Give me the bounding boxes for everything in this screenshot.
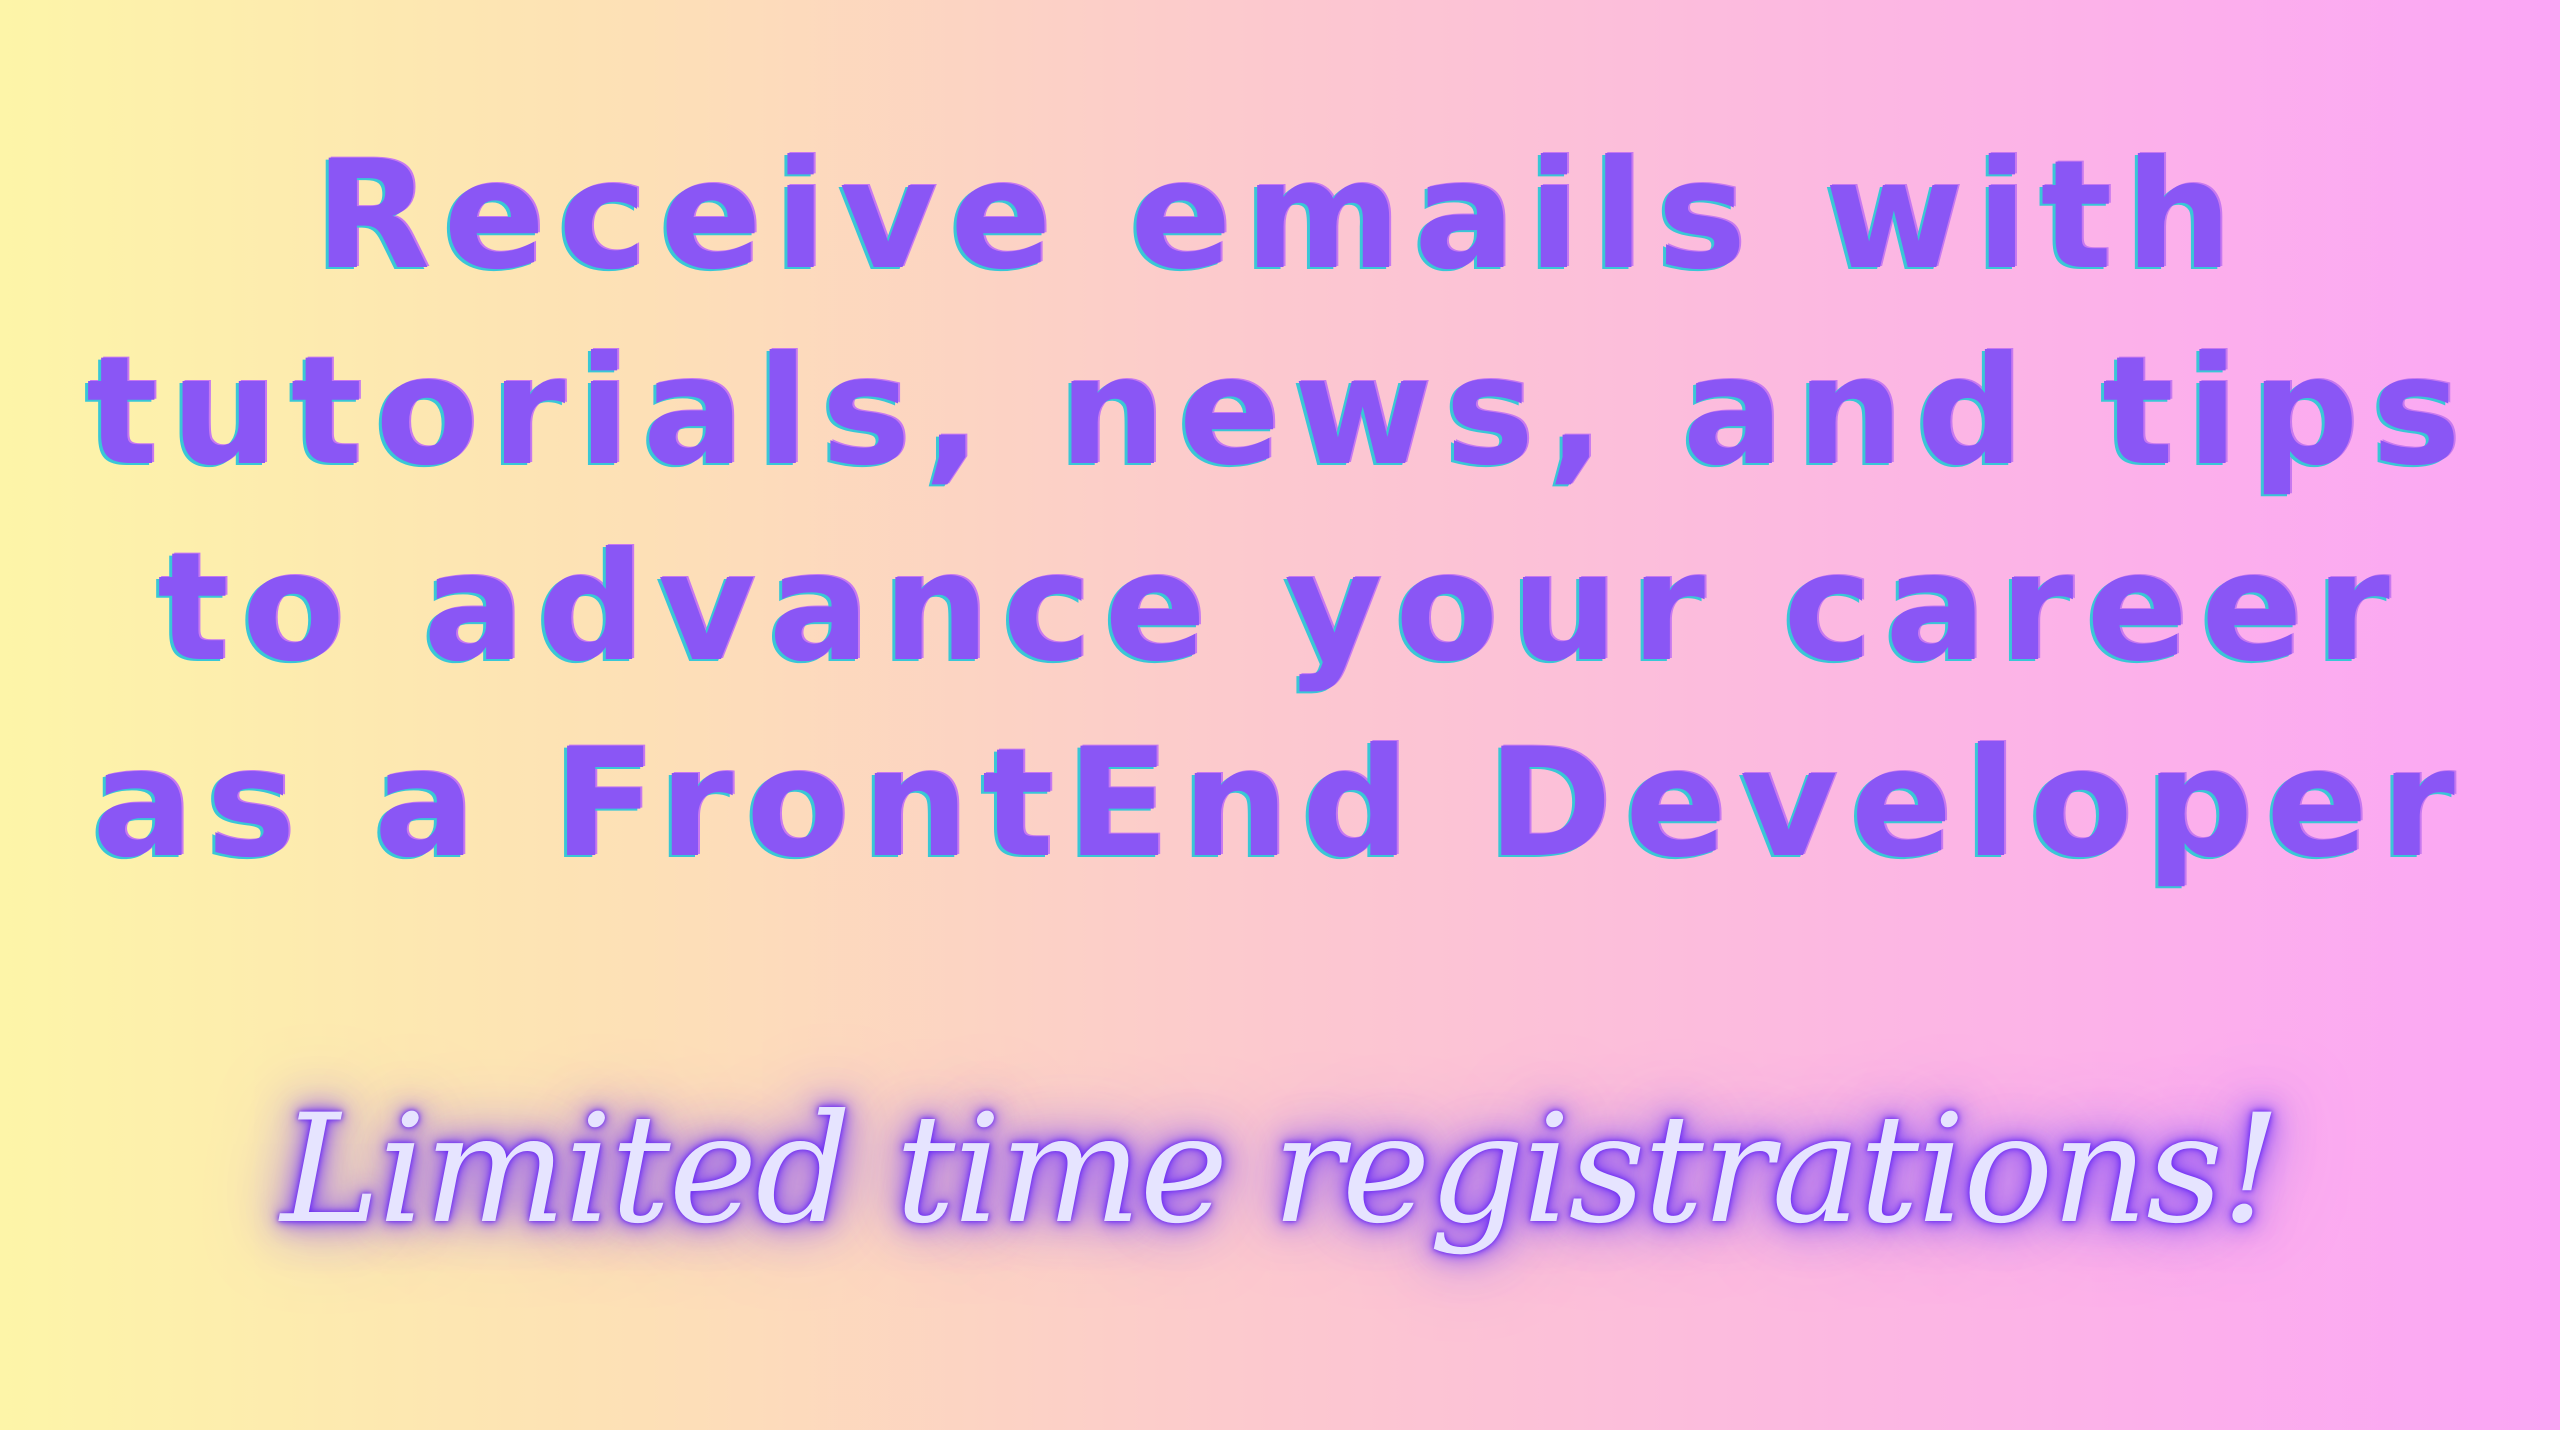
headline-line-2: tutorials, news, and tips [86,325,2474,499]
headline-line-3: to advance your career [157,521,2403,695]
tagline: Limited time registrations! [280,1083,2282,1257]
headline: Receive emails with tutorials, news, and… [0,118,2560,902]
headline-line-4: as a FrontEnd Developer [92,717,2468,891]
headline-line-1: Receive emails with [314,129,2246,303]
promo-banner: { "headline": { "lines": [ "Receive emai… [0,0,2560,1430]
